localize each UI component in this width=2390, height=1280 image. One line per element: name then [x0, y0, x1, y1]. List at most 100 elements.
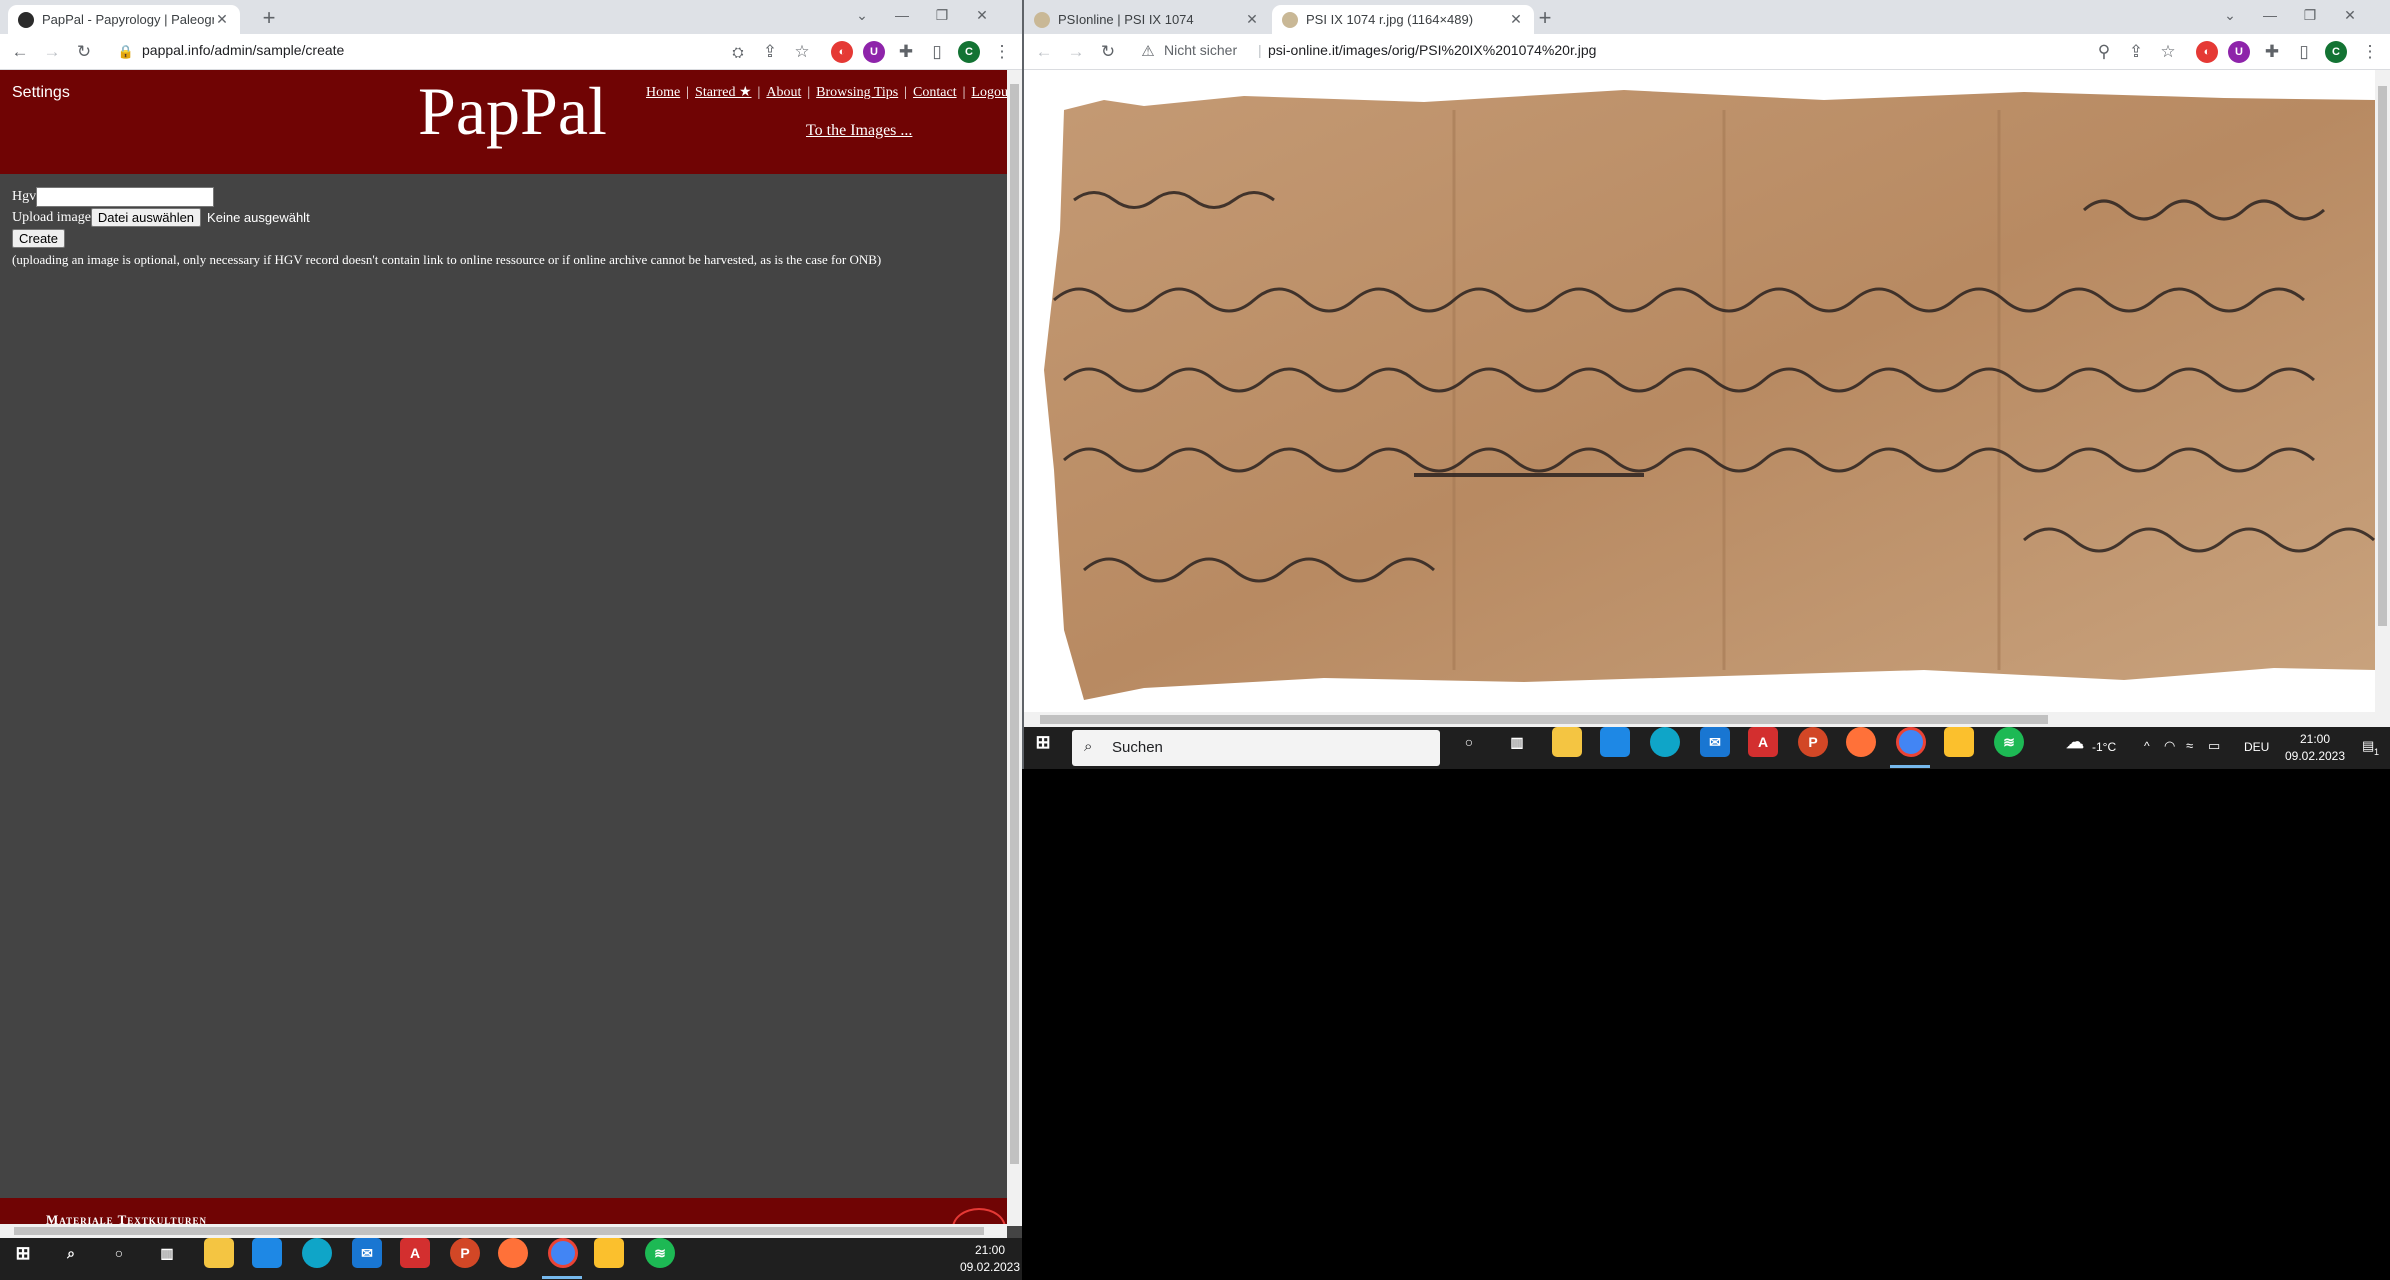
nav-about[interactable]: About [766, 85, 801, 100]
address-bar[interactable]: pappal.info/admin/sample/create [142, 42, 344, 58]
forward-icon[interactable]: → [1064, 40, 1088, 64]
taskview-icon[interactable]: ▥ [1502, 727, 1532, 757]
new-tab-icon[interactable]: + [256, 6, 282, 32]
chrome-icon[interactable] [548, 1238, 578, 1268]
edge-icon[interactable] [1650, 727, 1680, 757]
taskbar-clock[interactable]: 21:00 09.02.2023 [950, 1242, 1022, 1276]
store-icon[interactable] [252, 1238, 282, 1268]
tray-chevron-icon[interactable]: ^ [2144, 739, 2150, 753]
menu-icon[interactable]: ⋮ [990, 40, 1014, 64]
explorer-icon[interactable] [1552, 727, 1582, 757]
edge-icon[interactable] [302, 1238, 332, 1268]
close-tab-icon[interactable]: ✕ [1508, 11, 1524, 28]
firefox-icon[interactable] [1846, 727, 1876, 757]
tab-psi-image[interactable]: PSI IX 1074 r.jpg (1164×489) ✕ [1272, 5, 1534, 34]
back-icon[interactable]: ← [8, 40, 32, 64]
store-icon[interactable] [1600, 727, 1630, 757]
address-bar[interactable]: psi-online.it/images/orig/PSI%20IX%20107… [1268, 42, 1596, 58]
translate-icon[interactable]: ⛭ [726, 40, 750, 64]
extension-red-icon[interactable]: ◐ [831, 41, 853, 63]
h-scrollbar-thumb[interactable] [1040, 715, 2048, 724]
vertical-scrollbar[interactable] [1007, 70, 1022, 1226]
scrollbar-thumb[interactable] [1010, 84, 1019, 1164]
tab-search-icon[interactable]: ⌄ [842, 0, 882, 34]
puzzle-icon[interactable]: ✚ [2260, 40, 2284, 64]
files-icon[interactable] [594, 1238, 624, 1268]
minimize-icon[interactable]: — [882, 0, 922, 34]
horizontal-scrollbar[interactable] [0, 1224, 1007, 1238]
horizontal-scrollbar[interactable] [1024, 712, 2390, 727]
search-icon[interactable]: ⌕ [56, 1238, 86, 1268]
share-icon[interactable]: ⇪ [758, 40, 782, 64]
spotify-icon[interactable]: ≋ [1994, 727, 2024, 757]
tab-psionline[interactable]: PSIonline | PSI IX 1074 ✕ [1024, 5, 1270, 34]
cortana-icon[interactable]: ○ [104, 1238, 134, 1268]
battery-icon[interactable]: ▭ [2208, 738, 2220, 754]
back-icon[interactable]: ← [1032, 40, 1056, 64]
language-indicator[interactable]: DEU [2244, 740, 2269, 754]
tab-search-icon[interactable]: ⌄ [2210, 0, 2250, 34]
nav-logout[interactable]: Logout [971, 85, 1011, 100]
taskbar-search[interactable]: ⌕ Suchen [1072, 730, 1440, 766]
nav-contact[interactable]: Contact [913, 85, 957, 100]
tab-pappal[interactable]: PapPal - Papyrology | Paleography ✕ [8, 5, 240, 34]
nav-home[interactable]: Home [646, 85, 680, 100]
cortana-icon[interactable]: ○ [1454, 727, 1484, 757]
close-tab-icon[interactable]: ✕ [214, 11, 230, 28]
sidepanel-icon[interactable]: ▯ [925, 40, 949, 64]
settings-link[interactable]: Settings [12, 84, 70, 102]
new-tab-icon[interactable]: + [1532, 6, 1558, 32]
powerpoint-icon[interactable]: P [1798, 727, 1828, 757]
warning-icon[interactable]: ⚠ [1136, 40, 1160, 64]
profile-avatar[interactable]: C [958, 41, 980, 63]
hgv-input[interactable] [36, 186, 215, 207]
zoom-icon[interactable]: ⚲ [2092, 40, 2116, 64]
extension-purple-icon[interactable]: U [2228, 41, 2250, 63]
sidepanel-icon[interactable]: ▯ [2292, 40, 2316, 64]
nav-browsing-tips[interactable]: Browsing Tips [816, 85, 898, 100]
close-window-icon[interactable]: ✕ [2330, 0, 2370, 34]
taskbar-clock[interactable]: 21:00 09.02.2023 [2280, 731, 2350, 765]
firefox-icon[interactable] [498, 1238, 528, 1268]
restore-icon[interactable]: ❐ [922, 0, 962, 34]
share-icon[interactable]: ⇪ [2124, 40, 2148, 64]
taskview-icon[interactable]: ▥ [152, 1238, 182, 1268]
not-secure-label[interactable]: Nicht sicher [1164, 42, 1237, 58]
files-icon[interactable] [1944, 727, 1974, 757]
star-icon[interactable]: ☆ [2156, 40, 2180, 64]
forward-icon[interactable]: → [40, 40, 64, 64]
choose-file-button[interactable]: Datei auswählen [90, 208, 202, 227]
puzzle-icon[interactable]: ✚ [894, 40, 918, 64]
reload-icon[interactable]: ↻ [1096, 40, 1120, 64]
vertical-scrollbar[interactable] [2375, 70, 2390, 712]
extension-red-icon[interactable]: ◐ [2196, 41, 2218, 63]
minimize-icon[interactable]: — [2250, 0, 2290, 34]
weather-temp[interactable]: -1°C [2092, 740, 2116, 754]
notification-icon[interactable]: ▤ [2362, 738, 2374, 754]
weather-icon[interactable]: ☁ [2060, 727, 2090, 757]
chrome-icon[interactable] [1896, 727, 1926, 757]
close-tab-icon[interactable]: ✕ [1244, 11, 1260, 28]
to-images-link[interactable]: To the Images ... [806, 122, 912, 140]
windows-icon[interactable]: ⊞ [1028, 727, 1058, 757]
mail-icon[interactable]: ✉ [352, 1238, 382, 1268]
extension-purple-icon[interactable]: U [863, 41, 885, 63]
scrollbar-thumb[interactable] [2378, 86, 2387, 626]
nav-starred[interactable]: Starred ★ [695, 85, 751, 100]
acrobat-icon[interactable]: A [400, 1238, 430, 1268]
powerpoint-icon[interactable]: P [450, 1238, 480, 1268]
star-icon[interactable]: ☆ [790, 40, 814, 64]
lock-icon[interactable]: 🔒 [114, 40, 138, 64]
create-button[interactable]: Create [12, 229, 66, 248]
profile-avatar[interactable]: C [2325, 41, 2347, 63]
mail-icon[interactable]: ✉ [1700, 727, 1730, 757]
acrobat-icon[interactable]: A [1748, 727, 1778, 757]
pappal-logo[interactable]: PapPal [418, 72, 607, 151]
wifi-icon[interactable]: ≈ [2186, 738, 2193, 753]
reload-icon[interactable]: ↻ [72, 40, 96, 64]
close-window-icon[interactable]: ✕ [962, 0, 1002, 34]
restore-icon[interactable]: ❐ [2290, 0, 2330, 34]
spotify-icon[interactable]: ≋ [645, 1238, 675, 1268]
menu-icon[interactable]: ⋮ [2358, 40, 2382, 64]
explorer-icon[interactable] [204, 1238, 234, 1268]
